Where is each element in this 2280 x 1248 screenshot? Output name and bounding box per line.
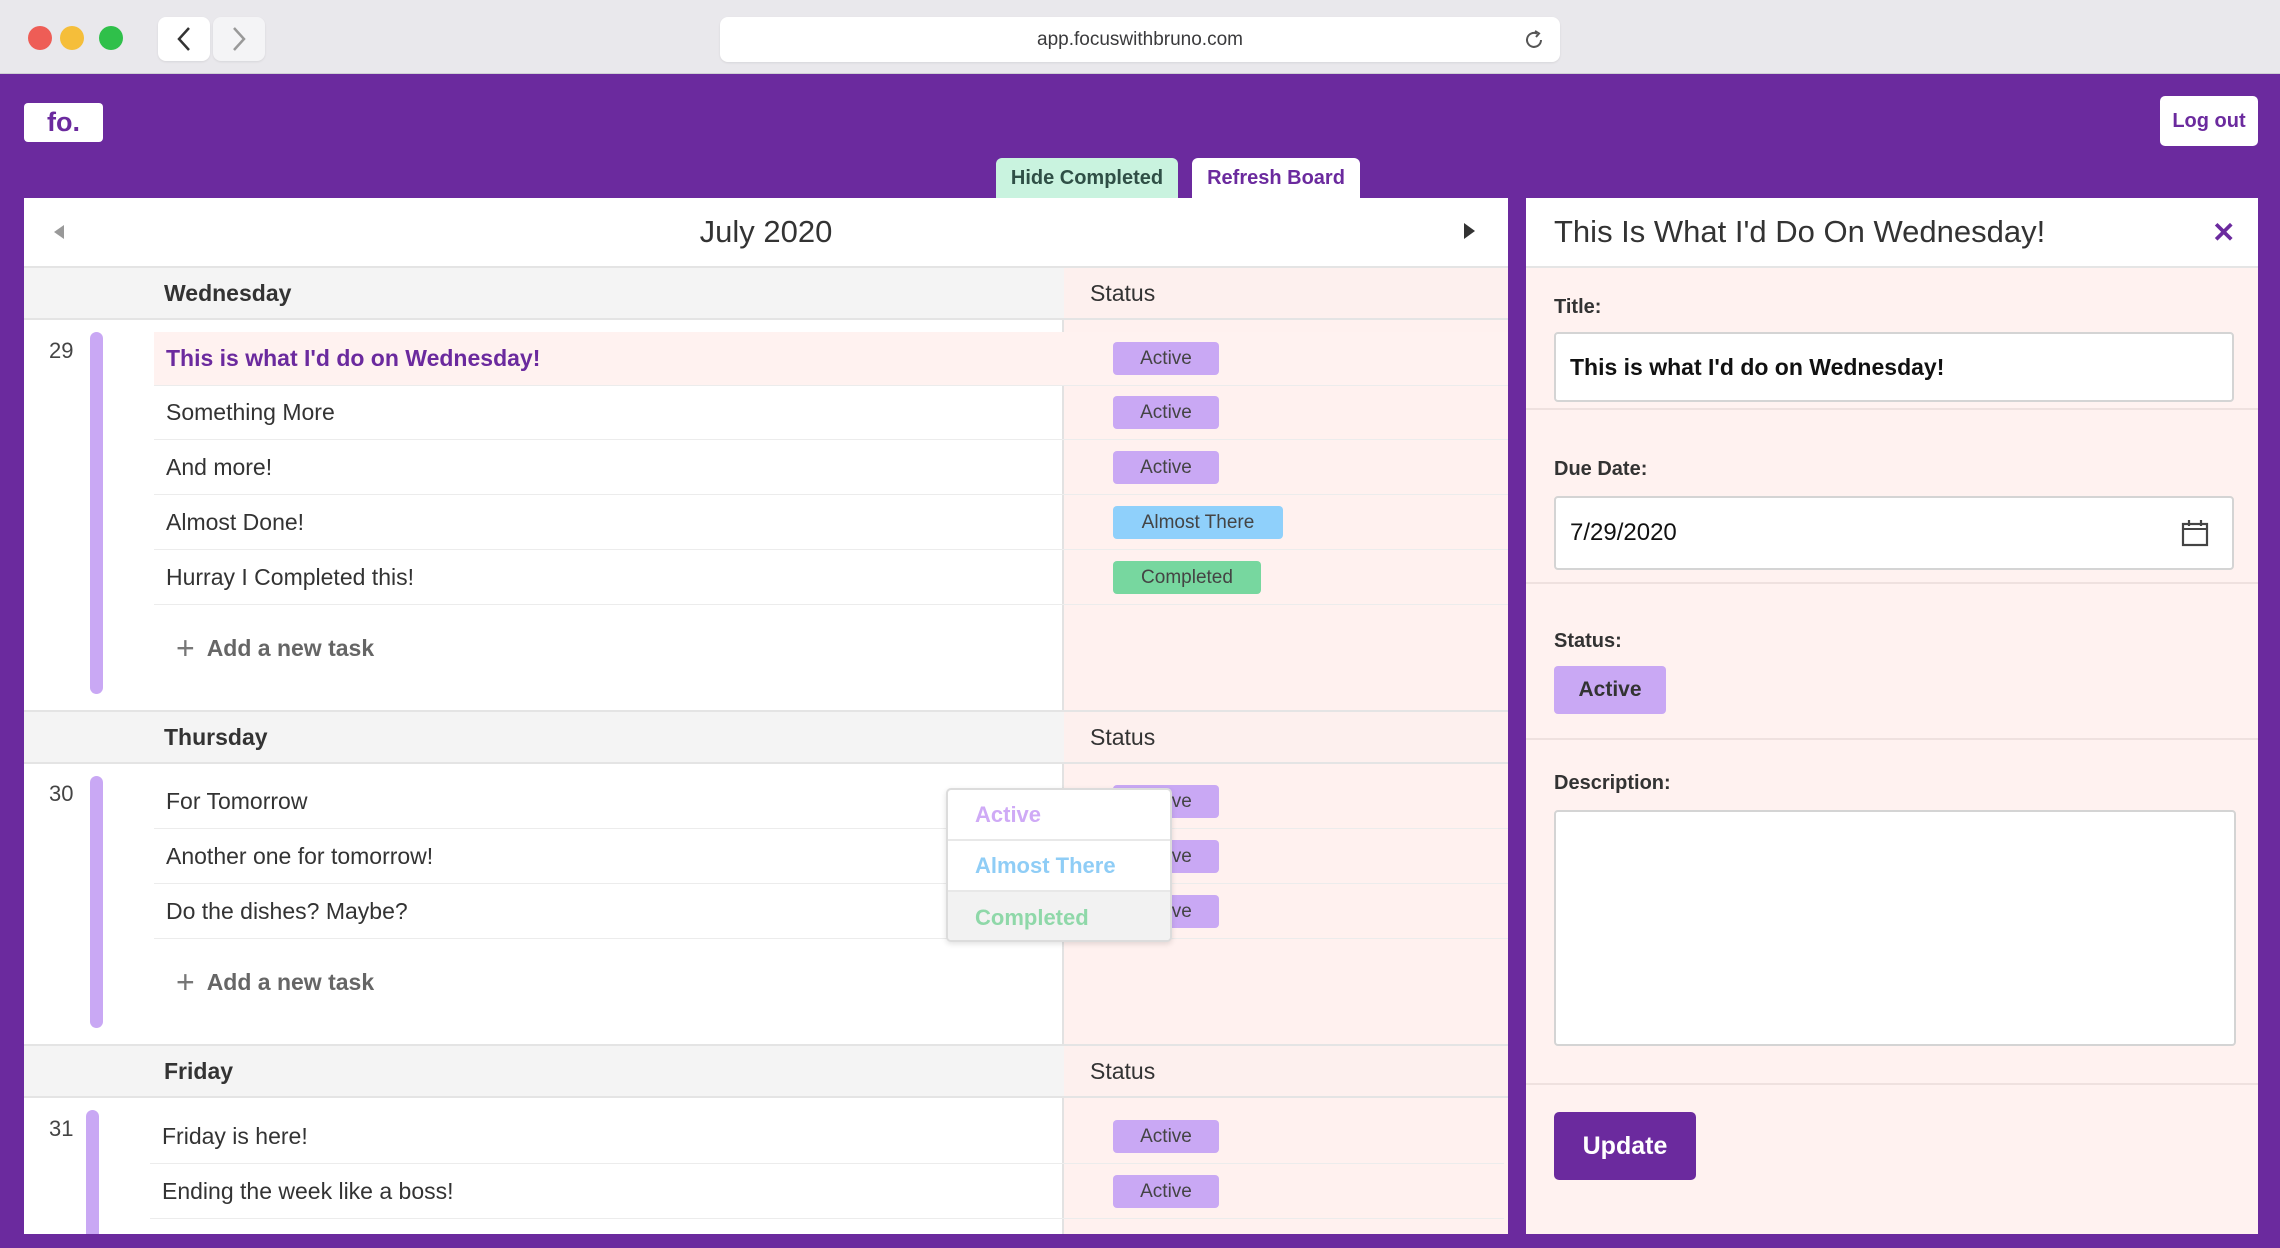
task-title[interactable]: This is what I'd do on Wednesday! bbox=[166, 345, 540, 372]
day-number: 29 bbox=[49, 338, 74, 363]
board-header: July 2020 bbox=[24, 198, 1508, 268]
status-badge[interactable]: Active bbox=[1113, 1120, 1219, 1153]
chevron-right-icon bbox=[233, 27, 246, 51]
next-month-icon[interactable] bbox=[1464, 223, 1475, 239]
task-row[interactable]: Something More Active bbox=[154, 386, 1508, 440]
day-name: Wednesday bbox=[164, 280, 292, 306]
day-name: Friday bbox=[164, 1058, 234, 1084]
due-date-input[interactable]: 7/29/2020 bbox=[1554, 496, 2234, 570]
window-zoom-button[interactable] bbox=[99, 26, 123, 50]
update-button[interactable]: Update bbox=[1554, 1112, 1696, 1180]
day-number: 31 bbox=[49, 1116, 74, 1141]
status-badge[interactable]: Completed bbox=[1113, 561, 1261, 594]
browser-back-button[interactable] bbox=[158, 17, 210, 61]
description-label: Description: bbox=[1554, 772, 1671, 794]
status-column-header: Status bbox=[1090, 280, 1156, 306]
add-task-label: Add a new task bbox=[206, 634, 375, 661]
day-bar bbox=[90, 776, 103, 1028]
month-title: July 2020 bbox=[699, 214, 833, 249]
task-title[interactable]: Almost Done! bbox=[166, 509, 304, 536]
status-option-active[interactable]: Active bbox=[948, 790, 1170, 841]
status-column-header: Status bbox=[1090, 724, 1156, 750]
plus-icon: + bbox=[176, 630, 195, 666]
app-logo[interactable]: fo. bbox=[24, 103, 103, 142]
task-title[interactable]: For Tomorrow bbox=[166, 788, 307, 815]
task-row[interactable]: Ending the week like a boss! Active bbox=[150, 1165, 1504, 1219]
browser-forward-button[interactable] bbox=[213, 17, 265, 61]
add-task-label: Add a new task bbox=[206, 968, 375, 995]
day-number: 30 bbox=[49, 781, 74, 806]
status-section: Status: bbox=[1526, 584, 2258, 740]
due-date-value: 7/29/2020 bbox=[1570, 519, 1677, 546]
status-badge[interactable]: Active bbox=[1113, 451, 1219, 484]
task-title[interactable]: Another one for tomorrow! bbox=[166, 843, 433, 870]
task-row[interactable]: And more! Active bbox=[154, 441, 1508, 495]
close-icon[interactable]: ✕ bbox=[2212, 216, 2235, 249]
day-header-wednesday: Wednesday Status bbox=[24, 266, 1508, 320]
refresh-board-button[interactable]: Refresh Board bbox=[1192, 158, 1360, 198]
status-badge[interactable]: Active bbox=[1113, 1175, 1219, 1208]
title-label: Title: bbox=[1554, 296, 1602, 318]
status-badge[interactable]: Almost There bbox=[1113, 506, 1283, 539]
title-section: Title: This is what I'd do on Wednesday! bbox=[1526, 268, 2258, 410]
task-title[interactable]: Something More bbox=[166, 399, 335, 426]
reload-icon[interactable] bbox=[1522, 28, 1546, 52]
task-row[interactable]: Another one for tomorrow! Active bbox=[154, 830, 1508, 884]
task-board: July 2020 Wednesday Status 29 This is wh… bbox=[24, 198, 1508, 1234]
task-row[interactable]: This is what I'd do on Wednesday! Active bbox=[154, 332, 1508, 386]
day-bar bbox=[90, 332, 103, 694]
url-text: app.focuswithbruno.com bbox=[1037, 28, 1243, 50]
add-task-button[interactable]: + Add a new task bbox=[176, 632, 374, 664]
task-row[interactable]: Almost Done! Almost There bbox=[154, 496, 1508, 550]
day-name: Thursday bbox=[164, 724, 268, 750]
task-title[interactable]: Friday is here! bbox=[162, 1123, 308, 1150]
task-row[interactable]: Hurray I Completed this! Completed bbox=[154, 551, 1508, 605]
status-dropdown-menu: Active Almost There Completed bbox=[946, 788, 1172, 942]
hide-completed-button[interactable]: Hide Completed bbox=[996, 158, 1178, 198]
task-row[interactable]: For Tomorrow Active bbox=[154, 775, 1508, 829]
panel-header: This Is What I'd Do On Wednesday! ✕ bbox=[1526, 198, 2258, 268]
status-option-almost-there[interactable]: Almost There bbox=[948, 841, 1170, 892]
window-minimize-button[interactable] bbox=[60, 26, 84, 50]
task-title[interactable]: Ending the week like a boss! bbox=[162, 1178, 454, 1205]
address-bar[interactable]: app.focuswithbruno.com bbox=[720, 17, 1560, 62]
panel-title: This Is What I'd Do On Wednesday! bbox=[1554, 214, 2046, 249]
day-bar bbox=[86, 1110, 99, 1234]
status-badge[interactable]: Active bbox=[1113, 342, 1219, 375]
task-title[interactable]: And more! bbox=[166, 454, 272, 481]
logout-button[interactable]: Log out bbox=[2160, 96, 2258, 146]
day-header-friday: Friday Status bbox=[24, 1044, 1508, 1098]
task-title[interactable]: Do the dishes? Maybe? bbox=[166, 898, 408, 925]
chevron-left-icon bbox=[177, 27, 190, 51]
status-select[interactable]: Active bbox=[1554, 666, 1666, 714]
browser-toolbar: app.focuswithbruno.com bbox=[0, 0, 2280, 74]
day-header-thursday: Thursday Status bbox=[24, 710, 1508, 764]
status-label: Status: bbox=[1554, 630, 1622, 652]
window-close-button[interactable] bbox=[28, 26, 52, 50]
status-column-header: Status bbox=[1090, 1058, 1156, 1084]
title-input[interactable]: This is what I'd do on Wednesday! bbox=[1554, 332, 2234, 402]
plus-icon: + bbox=[176, 964, 195, 1000]
status-badge[interactable]: Active bbox=[1113, 396, 1219, 429]
status-option-completed[interactable]: Completed bbox=[948, 892, 1170, 940]
due-date-section: Due Date: 7/29/2020 bbox=[1526, 410, 2258, 584]
task-detail-panel: This Is What I'd Do On Wednesday! ✕ Titl… bbox=[1526, 198, 2258, 1234]
task-title[interactable]: Hurray I Completed this! bbox=[166, 564, 414, 591]
task-row[interactable]: Do the dishes? Maybe? Active bbox=[154, 885, 1508, 939]
description-textarea[interactable] bbox=[1554, 810, 2236, 1046]
calendar-icon[interactable] bbox=[2180, 518, 2210, 548]
due-date-label: Due Date: bbox=[1554, 458, 1648, 480]
task-row[interactable]: Friday is here! Active bbox=[150, 1110, 1504, 1164]
add-task-button[interactable]: + Add a new task bbox=[176, 966, 374, 998]
